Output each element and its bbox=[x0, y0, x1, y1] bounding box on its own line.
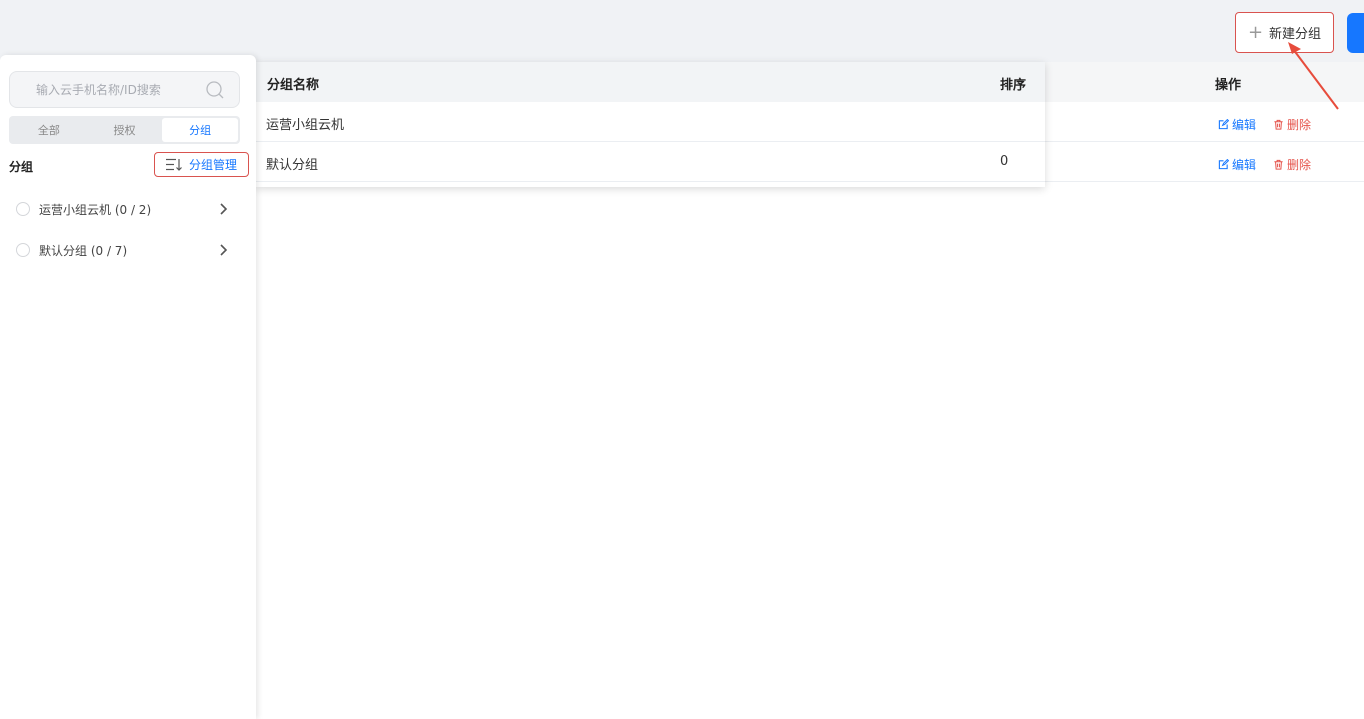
edit-button[interactable]: 编辑 bbox=[1218, 156, 1256, 173]
group-item-label: 运营小组云机 (0 / 2) bbox=[39, 202, 152, 217]
search-box bbox=[9, 71, 240, 108]
chevron-right-icon[interactable] bbox=[216, 243, 230, 257]
annotation-arrow-icon bbox=[1288, 42, 1339, 110]
radio-button[interactable] bbox=[16, 202, 30, 216]
edit-icon bbox=[1218, 159, 1229, 170]
manage-groups-button[interactable]: 分组管理 bbox=[154, 152, 249, 177]
group-item-label: 默认分组 (0 / 7) bbox=[39, 243, 128, 258]
edit-icon bbox=[1218, 119, 1229, 130]
edit-button[interactable]: 编辑 bbox=[1218, 116, 1256, 133]
group-name-cell: 运营小组云机 bbox=[266, 118, 345, 133]
search-icon[interactable] bbox=[205, 80, 225, 100]
group-item[interactable]: 运营小组云机 (0 / 2) bbox=[16, 199, 236, 219]
group-name-cell: 默认分组 bbox=[266, 158, 319, 173]
tab-authorized[interactable]: 授权 bbox=[87, 118, 163, 142]
group-dropdown-panel: 分组名称 排序 运营小组云机 默认分组 0 bbox=[256, 62, 1045, 187]
trash-icon bbox=[1274, 119, 1283, 130]
sort-cell: 0 bbox=[1000, 154, 1009, 169]
trash-icon bbox=[1274, 159, 1283, 170]
radio-button[interactable] bbox=[16, 243, 30, 257]
sidebar: 全部 授权 分组 分组 分组管理 运营小组云机 (0 / 2) 默认分组 (0 … bbox=[0, 55, 256, 719]
edit-label: 编辑 bbox=[1232, 118, 1257, 132]
delete-button[interactable]: 删除 bbox=[1273, 156, 1311, 173]
tab-groups[interactable]: 分组 bbox=[162, 118, 239, 142]
table-row[interactable]: 运营小组云机 bbox=[256, 102, 1045, 142]
group-item[interactable]: 默认分组 (0 / 7) bbox=[16, 240, 236, 260]
top-bar: + 新建分组 bbox=[0, 0, 1364, 62]
tab-all[interactable]: 全部 bbox=[11, 118, 87, 142]
delete-label: 删除 bbox=[1287, 158, 1312, 172]
plus-icon: + bbox=[1247, 21, 1264, 43]
row-actions: 编辑 删除 bbox=[1218, 156, 1311, 173]
group-section-title: 分组 bbox=[9, 160, 34, 174]
edit-label: 编辑 bbox=[1232, 158, 1257, 172]
column-header-sort: 排序 bbox=[1000, 78, 1027, 93]
panel-header: 分组名称 排序 bbox=[256, 62, 1045, 102]
column-header-actions: 操作 bbox=[1215, 78, 1242, 93]
filter-tabs: 全部 授权 分组 bbox=[9, 116, 240, 144]
sort-list-icon bbox=[165, 158, 182, 171]
chevron-right-icon[interactable] bbox=[216, 202, 230, 216]
search-input[interactable] bbox=[10, 72, 205, 107]
table-row[interactable]: 默认分组 0 bbox=[256, 142, 1045, 182]
manage-groups-label: 分组管理 bbox=[188, 158, 237, 172]
column-header-name: 分组名称 bbox=[267, 78, 320, 93]
